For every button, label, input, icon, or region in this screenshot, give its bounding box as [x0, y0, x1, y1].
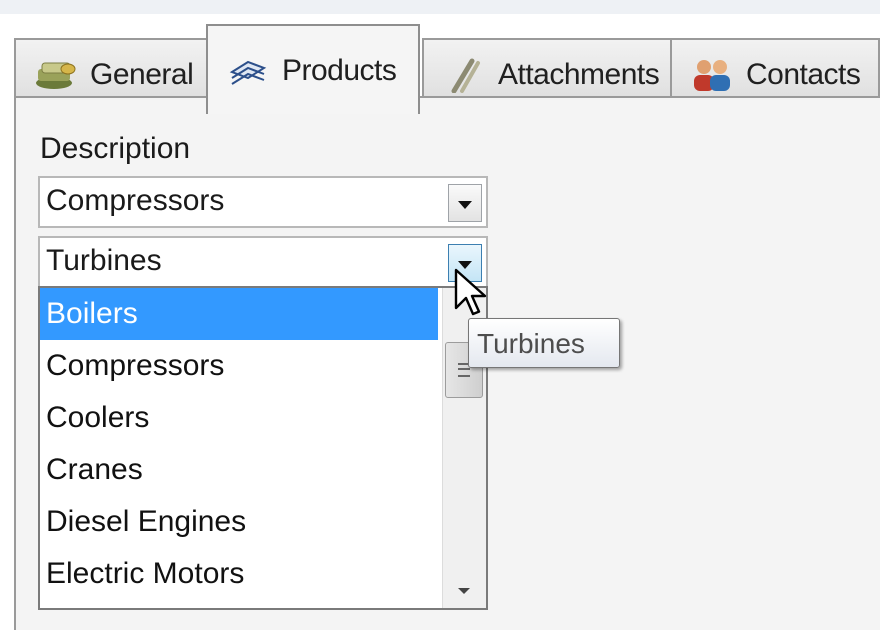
- mouse-cursor-icon: [454, 268, 487, 316]
- list-item-electric-motors[interactable]: Electric Motors: [40, 548, 438, 600]
- people-icon: [690, 57, 734, 93]
- products-arrows-icon: [226, 54, 270, 90]
- window-top-strip: [0, 0, 880, 14]
- tab-attachments-label: Attachments: [498, 58, 660, 91]
- list-item-cranes[interactable]: Cranes: [40, 444, 438, 496]
- list-item-diesel-engines[interactable]: Diesel Engines: [40, 496, 438, 548]
- tooltip: Turbines: [468, 318, 620, 368]
- list-item-coolers[interactable]: Coolers: [40, 392, 438, 444]
- tab-bar: General Products Attachments Contacts: [14, 14, 880, 114]
- paperclip-icon: [442, 57, 486, 94]
- description-combo-1[interactable]: Compressors: [38, 176, 488, 228]
- tab-contacts-label: Contacts: [746, 58, 861, 91]
- chevron-down-icon: [458, 201, 472, 209]
- products-panel: Description Compressors Turbines Boilers…: [14, 96, 880, 630]
- combo-1-dropdown-button[interactable]: [448, 184, 482, 222]
- list-item-boilers[interactable]: Boilers: [40, 288, 438, 340]
- combo-1-value: Compressors: [46, 184, 225, 217]
- description-combo-2[interactable]: Turbines: [38, 236, 488, 288]
- scroll-down-arrow-icon[interactable]: [458, 588, 470, 594]
- combo-2-value: Turbines: [46, 244, 162, 277]
- tab-general-label: General: [90, 58, 194, 91]
- list-item-compressors[interactable]: Compressors: [40, 340, 438, 392]
- tab-products[interactable]: Products: [206, 24, 420, 114]
- tab-products-label: Products: [282, 54, 397, 87]
- description-label: Description: [40, 132, 191, 165]
- money-stack-icon: [34, 57, 78, 93]
- dropdown-list[interactable]: Boilers Compressors Coolers Cranes Diese…: [38, 286, 488, 610]
